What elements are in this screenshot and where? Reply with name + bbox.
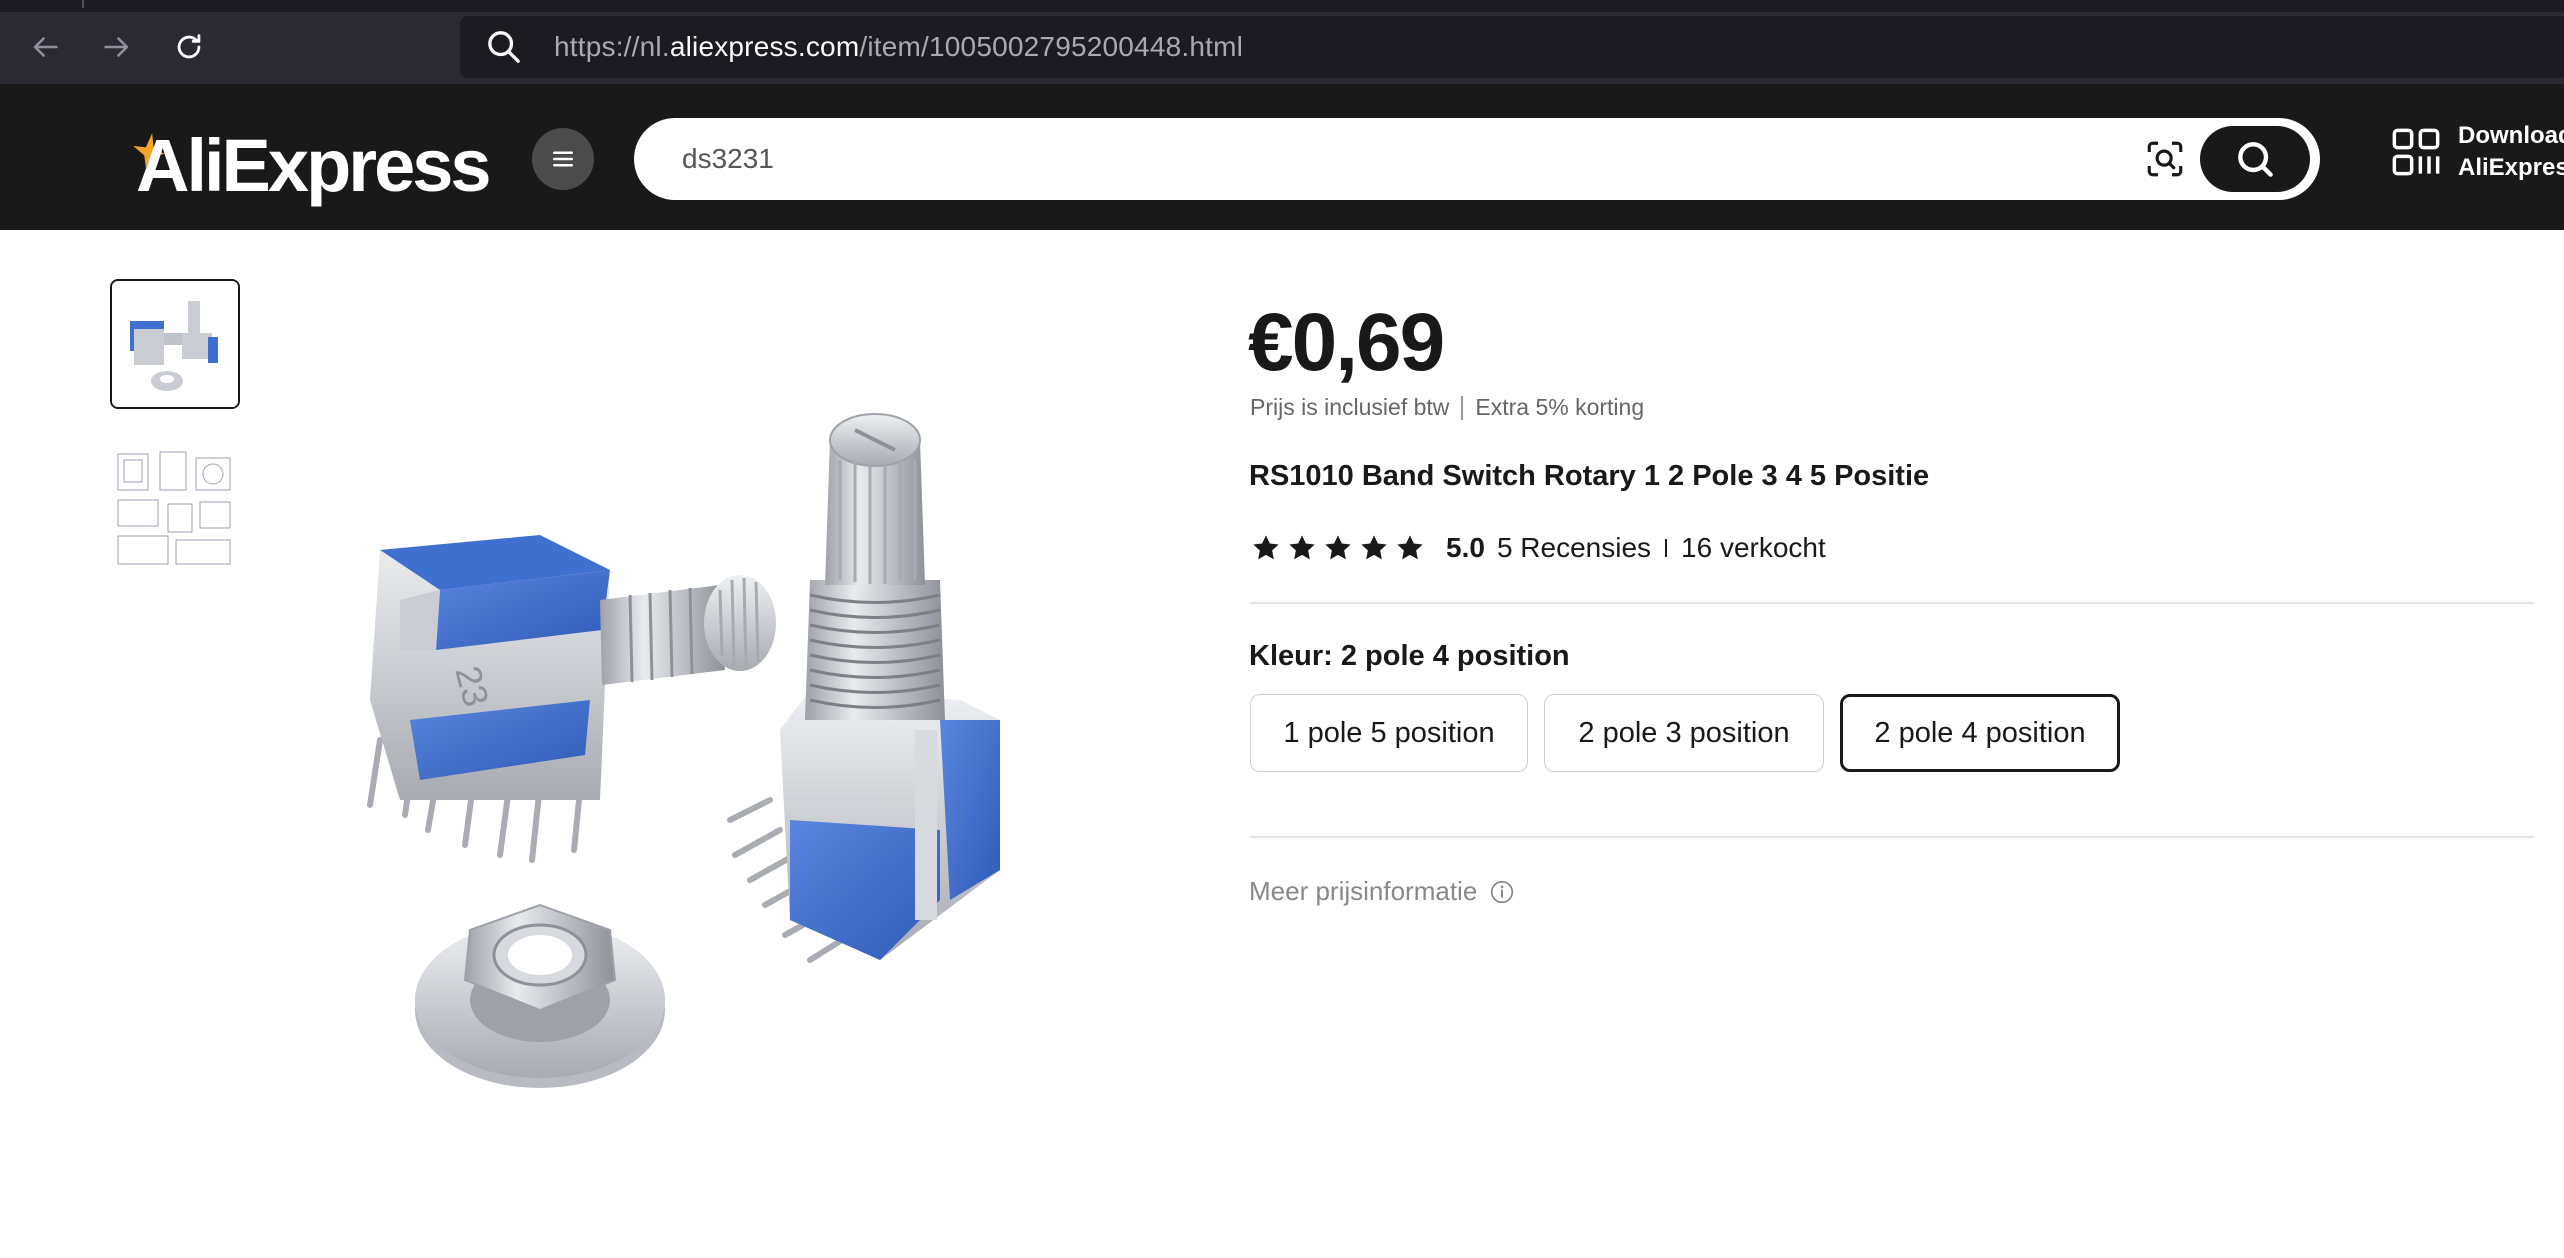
search-button[interactable] xyxy=(2200,126,2310,192)
product-title: RS1010 Band Switch Rotary 1 2 Pole 3 4 5… xyxy=(1249,460,1930,492)
search-box xyxy=(634,118,2320,200)
download-app-name: AliExpress xyxy=(2458,154,2564,181)
price-notes: Prijs is inclusief btw Extra 5% korting xyxy=(1250,394,1644,421)
reload-button[interactable] xyxy=(166,24,212,70)
product-main-image[interactable]: 23 xyxy=(340,400,1120,1100)
star-icon xyxy=(1289,535,1315,560)
divider xyxy=(1665,539,1668,557)
rating-row: 5.0 5 Recensies 16 verkocht xyxy=(1250,532,1826,564)
search-input[interactable] xyxy=(682,118,2082,200)
section-divider xyxy=(1250,602,2534,604)
forward-arrow-icon xyxy=(104,37,129,57)
address-bar[interactable]: https://nl.aliexpress.com/item/100500279… xyxy=(460,16,2564,78)
gallery-thumbnail-2[interactable] xyxy=(110,444,240,574)
product-price: €0,69 xyxy=(1248,297,1445,388)
divider xyxy=(1461,395,1464,420)
color-label: Kleur: 2 pole 4 position xyxy=(1249,640,1570,672)
info-icon xyxy=(1491,880,1514,903)
site-header: AliExpress Download AliExpress xyxy=(0,84,2564,230)
section-divider xyxy=(1250,836,2534,838)
variant-option-1[interactable]: 1 pole 5 position xyxy=(1250,694,1528,772)
download-app-link[interactable]: Download AliExpress xyxy=(2390,120,2564,184)
sold-count: 16 verkocht xyxy=(1681,532,1826,563)
tab-strip xyxy=(0,0,2564,12)
camera-search-icon[interactable] xyxy=(2144,138,2186,180)
more-price-info-label: Meer prijsinformatie xyxy=(1249,876,1478,906)
rating-value: 5.0 xyxy=(1446,532,1485,563)
back-arrow-icon xyxy=(33,37,58,57)
categories-menu-button[interactable] xyxy=(532,128,594,190)
variant-option-3-selected[interactable]: 2 pole 4 position xyxy=(1840,694,2120,772)
discount-note: Extra 5% korting xyxy=(1475,394,1645,420)
url-text: https://nl.aliexpress.com/item/100500279… xyxy=(554,31,1244,62)
back-button[interactable] xyxy=(22,24,68,70)
download-label: Download xyxy=(2458,122,2564,149)
product-drawing-thumbnail xyxy=(110,444,240,574)
more-price-info-link[interactable]: Meer prijsinformatie xyxy=(1249,876,1515,907)
star-icon xyxy=(1397,535,1423,560)
star-icon xyxy=(1325,535,1351,560)
forward-button[interactable] xyxy=(94,24,140,70)
star-icon xyxy=(1361,535,1387,560)
reviews-link[interactable]: 5 Recensies xyxy=(1497,532,1651,564)
reload-icon xyxy=(177,34,201,59)
product-thumbnail-image xyxy=(112,281,238,407)
aliexpress-logo[interactable]: AliExpress xyxy=(133,120,492,210)
tax-note: Prijs is inclusief btw xyxy=(1250,394,1450,420)
star-icon xyxy=(1253,535,1279,560)
search-icon xyxy=(488,31,520,63)
search-icon xyxy=(2238,142,2273,177)
gallery-thumbnail-1[interactable] xyxy=(110,279,240,409)
menu-icon xyxy=(553,151,573,167)
browser-toolbar: https://nl.aliexpress.com/item/100500279… xyxy=(0,0,2564,84)
variant-option-2[interactable]: 2 pole 3 position xyxy=(1544,694,1824,772)
star-rating[interactable] xyxy=(1250,532,1430,564)
qr-code-icon xyxy=(2392,128,2440,176)
